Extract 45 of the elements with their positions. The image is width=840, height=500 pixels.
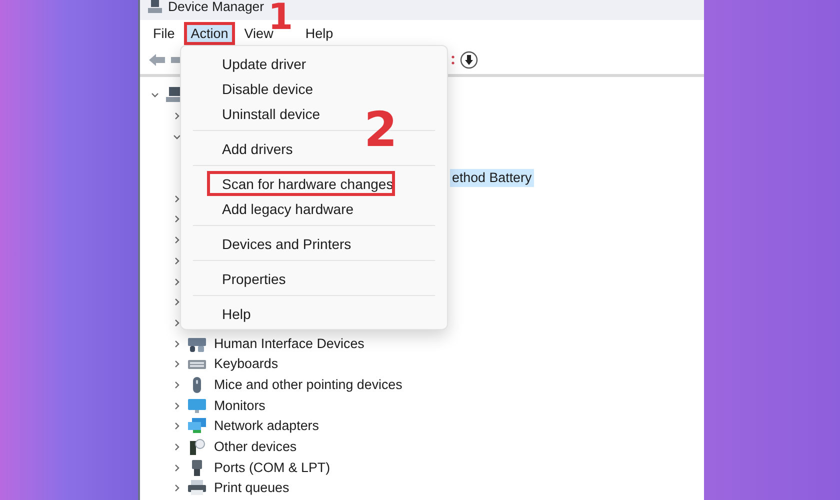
printer-icon: [188, 480, 206, 496]
menu-item[interactable]: File: [146, 22, 182, 44]
chevron-icon[interactable]: [172, 194, 182, 204]
download-icon[interactable]: [460, 51, 478, 69]
chevron-icon[interactable]: [172, 318, 182, 328]
chevron-icon[interactable]: [172, 111, 182, 122]
menu-item[interactable]: Properties: [181, 266, 447, 291]
chevron-icon[interactable]: [172, 400, 182, 411]
menu-item[interactable]: Action: [184, 22, 236, 44]
tree-item[interactable]: ethod Battery: [450, 169, 534, 188]
menu-item[interactable]: Update driver: [181, 51, 447, 76]
menu-item[interactable]: Devices and Printers: [181, 231, 447, 256]
tree-item[interactable]: Network adapters: [212, 417, 321, 436]
chevron-icon[interactable]: [172, 256, 182, 266]
chevron-icon[interactable]: [172, 214, 182, 224]
tree-item[interactable]: Ports (COM & LPT): [212, 458, 332, 477]
menu-item[interactable]: Help: [298, 22, 340, 44]
tree-item[interactable]: Keyboards: [212, 355, 280, 374]
network-icon: [188, 418, 206, 434]
tree-item[interactable]: Monitors: [212, 396, 268, 415]
tree-item[interactable]: Mice and other pointing devices: [212, 376, 404, 394]
chevron-icon[interactable]: [172, 421, 182, 432]
chevron-icon[interactable]: [172, 297, 182, 308]
device-manager-icon: [148, 0, 162, 14]
chevron-icon[interactable]: [172, 338, 182, 349]
chevron-icon[interactable]: [172, 380, 182, 390]
chevron-icon[interactable]: [172, 483, 182, 494]
unknown-device-icon: [188, 439, 206, 456]
tree-item[interactable]: Human Interface Devices: [212, 334, 366, 353]
tree-item[interactable]: Other devices: [212, 438, 299, 456]
back-icon[interactable]: [148, 51, 166, 69]
menu-item[interactable]: Disable device: [181, 76, 447, 101]
chevron-icon[interactable]: [172, 462, 182, 473]
chevron-icon[interactable]: [172, 442, 182, 452]
menu-item[interactable]: Help: [181, 301, 447, 326]
window-title: Device Manager: [168, 0, 264, 15]
menu-item[interactable]: Add legacy hardware: [181, 196, 447, 221]
chevron-icon[interactable]: [172, 235, 182, 246]
menu-item[interactable]: Scan for hardware changes: [181, 171, 447, 196]
monitor-icon: [188, 398, 206, 414]
chevron-icon[interactable]: [172, 276, 182, 287]
tree-item[interactable]: Print queues: [212, 479, 292, 498]
keyboard-mouse-icon: [188, 336, 206, 352]
step-number: 2: [364, 106, 398, 154]
chevron-icon[interactable]: [172, 359, 182, 370]
